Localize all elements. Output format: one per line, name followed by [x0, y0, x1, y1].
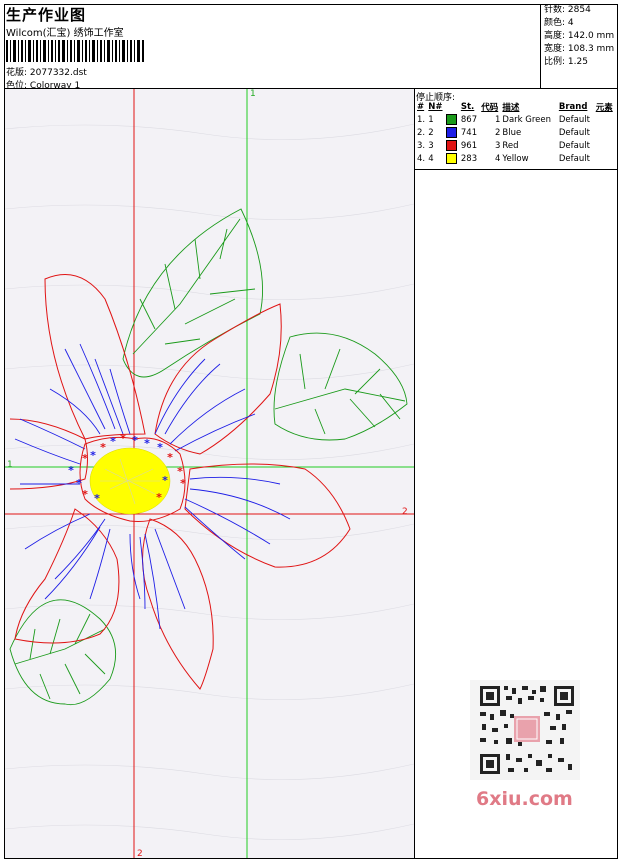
table-row: 3. 3 961 3 Red Default [416, 139, 616, 152]
axis-label-v1: 1 [250, 89, 256, 99]
row-desc: Blue [502, 127, 522, 138]
row-brand: Default [558, 140, 590, 151]
green-leaves [9, 208, 408, 706]
stat-label: 宽度: [544, 44, 566, 54]
svg-text:*: * [132, 434, 138, 447]
design-file-label: 花版: [6, 68, 28, 78]
row-code: 4 [494, 153, 501, 164]
design-stats: 针数: 2854 颜色: 4 高度: 142.0 mm 宽度: 108.3 mm… [540, 4, 618, 89]
svg-text:*: * [167, 451, 173, 464]
row-code: 1 [494, 114, 501, 125]
seal-logo [514, 716, 540, 742]
stat-stitches: 针数: 2854 [544, 4, 618, 17]
header: 生产作业图 Wilcom(汇宝) 绣饰工作室 花版: 2077332.dst 色… [6, 4, 540, 91]
table-row: 1. 1 867 1 Dark Green Default [416, 113, 616, 126]
row-code: 2 [494, 127, 501, 138]
axis-label-h2: 2 [402, 507, 408, 517]
stat-scale: 比例: 1.25 [544, 56, 618, 69]
embroidery-drawing: ** ** * * * * * * ** ** ** * 1 1 2 2 [5, 89, 414, 858]
axis-label-v2: 2 [137, 849, 143, 858]
stop-sequence-panel: 停止顺序: # N# St. 代码 描述 Brand 元素 1. 1 867 1… [415, 89, 618, 170]
row-n: 2 [428, 127, 434, 138]
stat-value: 2854 [567, 5, 591, 15]
col-header [445, 101, 459, 113]
stat-value: 108.3 mm [567, 44, 615, 54]
row-st: 283 [460, 153, 478, 164]
stop-sequence-table: # N# St. 代码 描述 Brand 元素 1. 1 867 1 Dark … [416, 101, 616, 165]
row-desc: Dark Green [502, 114, 552, 125]
svg-text:*: * [156, 491, 162, 504]
col-header: # [417, 102, 425, 112]
qr-code-image [470, 680, 580, 780]
design-file: 花版: 2077332.dst [6, 65, 87, 78]
row-brand: Default [558, 114, 590, 125]
table-header-row: # N# St. 代码 描述 Brand 元素 [416, 101, 616, 113]
svg-text:*: * [144, 437, 150, 450]
svg-text:*: * [82, 452, 88, 465]
row-st: 961 [460, 140, 478, 151]
color-swatch [445, 113, 459, 126]
row-st: 867 [460, 114, 478, 125]
row-desc: Red [502, 140, 519, 151]
design-file-value: 2077332.dst [29, 68, 87, 78]
color-swatch [445, 152, 459, 165]
svg-text:*: * [68, 464, 74, 477]
row-seq: 3. [417, 140, 426, 151]
stat-label: 高度: [544, 31, 566, 41]
col-header: N# [428, 102, 443, 112]
row-seq: 1. [417, 114, 426, 125]
row-n: 4 [428, 153, 434, 164]
row-seq: 2. [417, 127, 426, 138]
svg-text:*: * [110, 435, 116, 448]
row-brand: Default [558, 153, 590, 164]
row-desc: Yellow [502, 153, 529, 164]
barcode-image [6, 40, 144, 62]
axis-label-h1: 1 [7, 460, 13, 470]
watermark-text: 6xiu.com [476, 788, 573, 810]
svg-text:*: * [90, 449, 96, 462]
stat-height: 高度: 142.0 mm [544, 30, 618, 43]
color-swatch [445, 139, 459, 152]
stat-value: 1.25 [567, 57, 588, 67]
col-header: 元素 [595, 103, 613, 113]
row-st: 741 [460, 127, 478, 138]
row-code: 3 [494, 140, 501, 151]
design-canvas: * * * * * * * * * * * * * * * * * 1 1 2 2 [5, 89, 415, 858]
color-swatch [445, 126, 459, 139]
svg-text:*: * [100, 441, 106, 454]
svg-text:*: * [157, 441, 163, 454]
svg-text:*: * [180, 477, 186, 490]
stat-colors: 颜色: 4 [544, 17, 618, 30]
row-brand: Default [558, 127, 590, 138]
stat-label: 颜色: [544, 18, 566, 28]
stat-label: 针数: [544, 5, 566, 15]
page-title: 生产作业图 [6, 6, 87, 24]
col-header: Brand [558, 102, 588, 112]
row-seq: 4. [417, 153, 426, 164]
svg-text:*: * [162, 474, 168, 487]
svg-text:*: * [82, 488, 88, 501]
table-row: 2. 2 741 2 Blue Default [416, 126, 616, 139]
stat-value: 142.0 mm [567, 31, 615, 41]
row-n: 3 [428, 140, 434, 151]
stat-width: 宽度: 108.3 mm [544, 43, 618, 56]
stat-value: 4 [567, 18, 574, 28]
svg-text:*: * [120, 432, 126, 445]
col-header: St. [460, 102, 475, 112]
row-n: 1 [428, 114, 434, 125]
col-header: 描述 [502, 103, 520, 113]
software-subtitle: Wilcom(汇宝) 绣饰工作室 [6, 28, 124, 39]
svg-text:*: * [94, 492, 100, 505]
col-header: 代码 [481, 103, 499, 113]
stat-label: 比例: [544, 57, 566, 67]
table-row: 4. 4 283 4 Yellow Default [416, 152, 616, 165]
